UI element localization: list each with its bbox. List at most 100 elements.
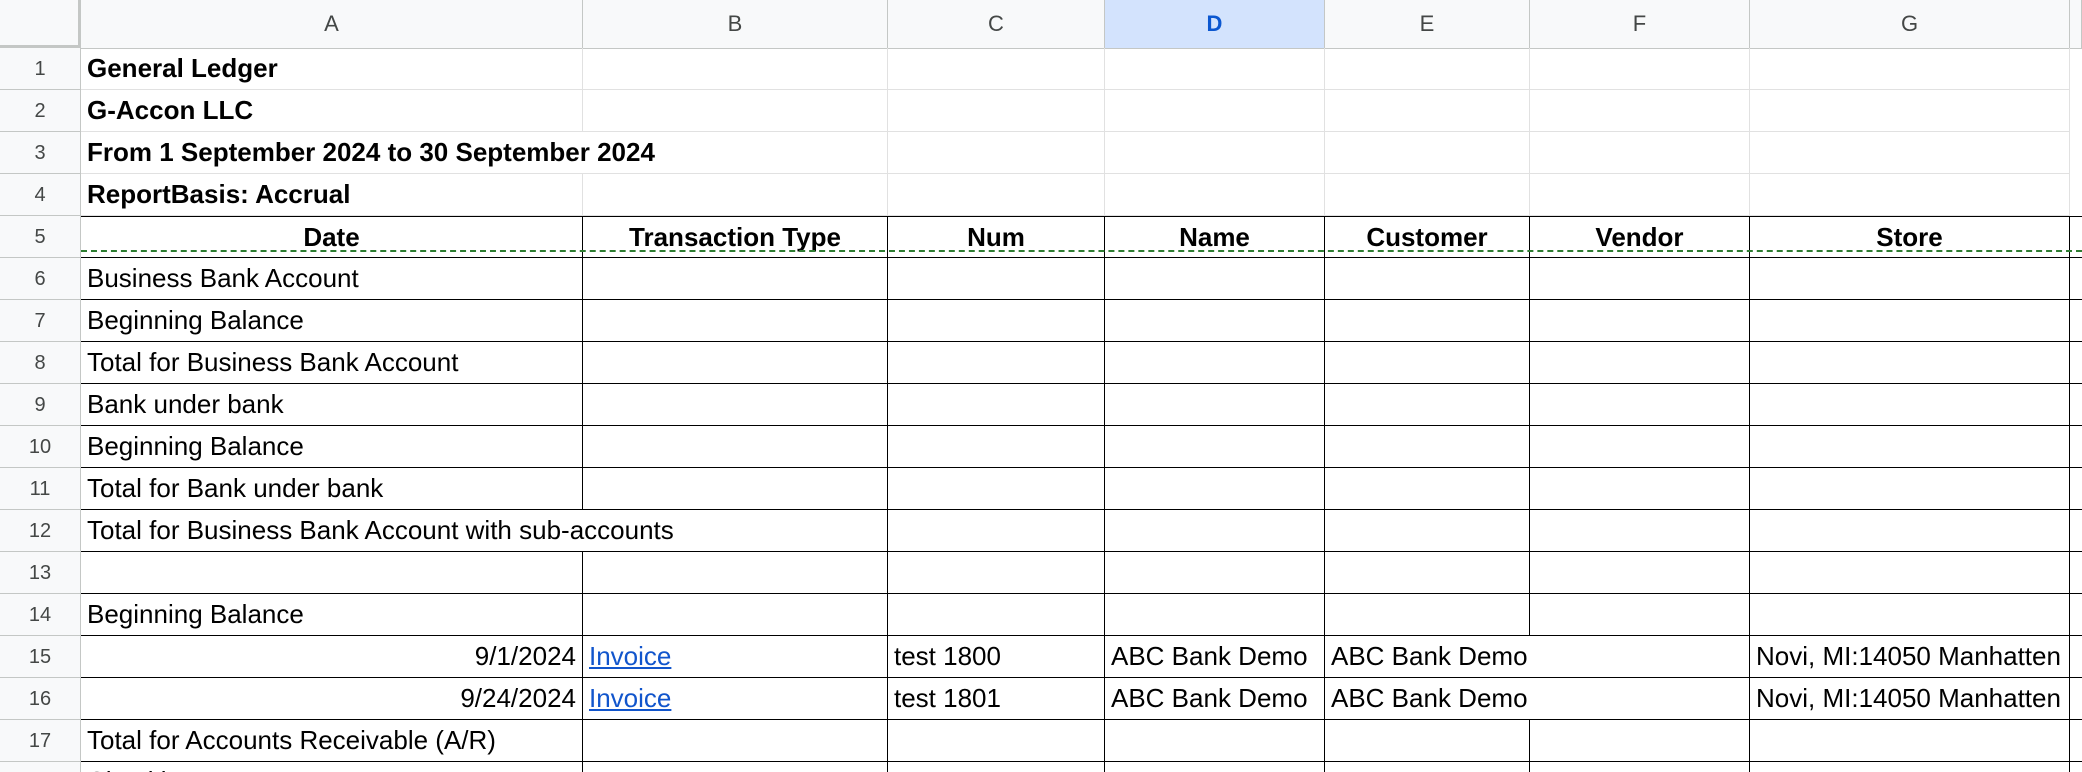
column-header-c[interactable]: C [888,0,1105,48]
cell-b14[interactable] [583,594,888,636]
cell-c15-num[interactable]: test 1800 [888,636,1105,678]
cell-d6[interactable] [1105,258,1325,300]
cell-h12[interactable] [2070,510,2082,552]
cell-a12[interactable]: Total for Business Bank Account with sub… [81,510,888,552]
cell-c14[interactable] [888,594,1105,636]
cell-g11[interactable] [1750,468,2070,510]
cell-b7[interactable] [583,300,888,342]
cell-f11[interactable] [1530,468,1750,510]
cell-e11[interactable] [1325,468,1530,510]
cell-f1[interactable] [1530,48,1750,90]
column-header-d[interactable]: D [1105,0,1325,48]
cell-f3[interactable] [1530,132,1750,174]
cell-a9[interactable]: Bank under bank [81,384,583,426]
cell-g4[interactable] [1750,174,2070,216]
cell-b13[interactable] [583,552,888,594]
cell-f17[interactable] [1530,720,1750,762]
cell-h10[interactable] [2070,426,2082,468]
cell-d18[interactable] [1105,762,1325,772]
cell-d13[interactable] [1105,552,1325,594]
cell-e13[interactable] [1325,552,1530,594]
cell-a18[interactable]: Checking [81,762,583,772]
cell-c16-num[interactable]: test 1801 [888,678,1105,720]
cell-d8[interactable] [1105,342,1325,384]
row-header-3[interactable]: 3 [0,132,81,174]
row-header-9[interactable]: 9 [0,384,81,426]
cell-d1[interactable] [1105,48,1325,90]
cell-e12[interactable] [1325,510,1530,552]
cell-d4[interactable] [1105,174,1325,216]
cell-e16-customer[interactable]: ABC Bank Demo [1325,678,1530,720]
cell-b9[interactable] [583,384,888,426]
cell-e1[interactable] [1325,48,1530,90]
cell-f14[interactable] [1530,594,1750,636]
cell-e7[interactable] [1325,300,1530,342]
cell-b2[interactable] [583,90,888,132]
cell-h15[interactable] [2070,636,2082,678]
cell-d17[interactable] [1105,720,1325,762]
cell-a7[interactable]: Beginning Balance [81,300,583,342]
cell-d16-name[interactable]: ABC Bank Demo [1105,678,1325,720]
cell-e17[interactable] [1325,720,1530,762]
cell-f4[interactable] [1530,174,1750,216]
cell-c12[interactable] [888,510,1105,552]
cell-a15-date[interactable]: 9/1/2024 [81,636,583,678]
cell-a14[interactable]: Beginning Balance [81,594,583,636]
column-header-e[interactable]: E [1325,0,1530,48]
cell-g15-store[interactable]: Novi, MI:14050 Manhatten [1750,636,2070,678]
cell-f15-vendor[interactable] [1530,636,1750,678]
cell-d15-name[interactable]: ABC Bank Demo [1105,636,1325,678]
cell-e10[interactable] [1325,426,1530,468]
cell-g8[interactable] [1750,342,2070,384]
cell-h6[interactable] [2070,258,2082,300]
cell-b18[interactable] [583,762,888,772]
cell-g12[interactable] [1750,510,2070,552]
cell-h11[interactable] [2070,468,2082,510]
cell-g6[interactable] [1750,258,2070,300]
cell-c2[interactable] [888,90,1105,132]
cell-a10[interactable]: Beginning Balance [81,426,583,468]
cell-g1[interactable] [1750,48,2070,90]
cell-f18[interactable] [1530,762,1750,772]
cell-b17[interactable] [583,720,888,762]
cell-h14[interactable] [2070,594,2082,636]
cell-e2[interactable] [1325,90,1530,132]
cell-g16-store[interactable]: Novi, MI:14050 Manhatten [1750,678,2070,720]
cell-a8[interactable]: Total for Business Bank Account [81,342,583,384]
row-header-18[interactable]: 18 [0,762,81,772]
row-header-8[interactable]: 8 [0,342,81,384]
row-header-16[interactable]: 16 [0,678,81,720]
cell-f13[interactable] [1530,552,1750,594]
cell-c10[interactable] [888,426,1105,468]
row-header-4[interactable]: 4 [0,174,81,216]
cell-a17[interactable]: Total for Accounts Receivable (A/R) [81,720,583,762]
column-header-next[interactable] [2070,0,2082,48]
cell-e4[interactable] [1325,174,1530,216]
cell-e14[interactable] [1325,594,1530,636]
cell-e3[interactable] [1325,132,1530,174]
cell-b4[interactable] [583,174,888,216]
cell-f10[interactable] [1530,426,1750,468]
cell-g7[interactable] [1750,300,2070,342]
cell-e9[interactable] [1325,384,1530,426]
cell-c4[interactable] [888,174,1105,216]
cell-a6[interactable]: Business Bank Account [81,258,583,300]
select-all-corner[interactable] [0,0,81,48]
cell-f16-vendor[interactable] [1530,678,1750,720]
row-header-6[interactable]: 6 [0,258,81,300]
cell-a13[interactable] [81,552,583,594]
cell-g3[interactable] [1750,132,2070,174]
cell-c3[interactable] [888,132,1105,174]
cell-g13[interactable] [1750,552,2070,594]
column-header-f[interactable]: F [1530,0,1750,48]
row-header-7[interactable]: 7 [0,300,81,342]
cell-c8[interactable] [888,342,1105,384]
cell-h7[interactable] [2070,300,2082,342]
cell-h17[interactable] [2070,720,2082,762]
row-header-12[interactable]: 12 [0,510,81,552]
cell-c1[interactable] [888,48,1105,90]
cell-b11[interactable] [583,468,888,510]
cell-d10[interactable] [1105,426,1325,468]
cell-b6[interactable] [583,258,888,300]
cell-b15-invoice-link[interactable]: Invoice [583,636,888,678]
